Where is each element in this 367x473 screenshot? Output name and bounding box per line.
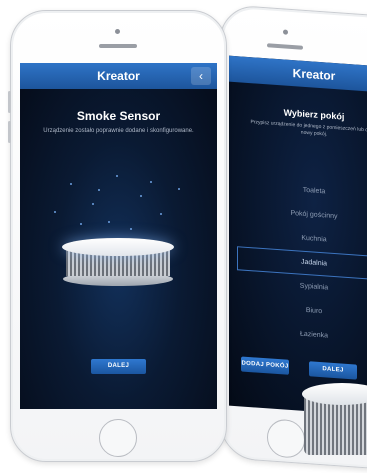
next-button[interactable]: DALEJ <box>309 361 357 380</box>
back-chevron-icon[interactable]: ‹ <box>191 67 211 85</box>
smoke-sensor-device-photo <box>302 383 367 473</box>
confirmation-message: Urządzenie zostało poprawnie dodane i sk… <box>43 128 194 134</box>
next-button[interactable]: DALEJ <box>91 359 146 374</box>
app-title: Kreator <box>97 69 140 83</box>
wizard-screen-sensor-added: Kreator ‹ Smoke Sensor Urządzenie został… <box>20 63 217 409</box>
app-header: Kreator ‹ <box>20 63 217 89</box>
earpiece-speaker <box>99 44 137 48</box>
wizard-screen-choose-room: Kreator ‹ Wybierz pokój Przypisz urządze… <box>229 55 367 418</box>
app-header: Kreator ‹ <box>229 55 367 94</box>
instruction-message: Przypisz urządzenie do jednego z pomiesz… <box>250 119 367 138</box>
home-button <box>99 419 137 457</box>
front-camera <box>115 29 120 34</box>
volume-up-button <box>8 91 11 113</box>
add-room-button[interactable]: DODAJ POKÓJ <box>241 356 289 375</box>
smoke-sensor-image <box>62 238 174 290</box>
room-list: Toaleta Pokój gościnny Kuchnia Jadalnia … <box>229 174 367 354</box>
earpiece-speaker <box>267 43 303 50</box>
app-title: Kreator <box>292 66 336 84</box>
page-title: Smoke Sensor <box>76 109 161 123</box>
phone-left: Kreator ‹ Smoke Sensor Urządzenie został… <box>8 10 227 462</box>
home-button <box>267 418 305 459</box>
volume-down-button <box>8 121 11 143</box>
front-camera <box>283 29 288 35</box>
